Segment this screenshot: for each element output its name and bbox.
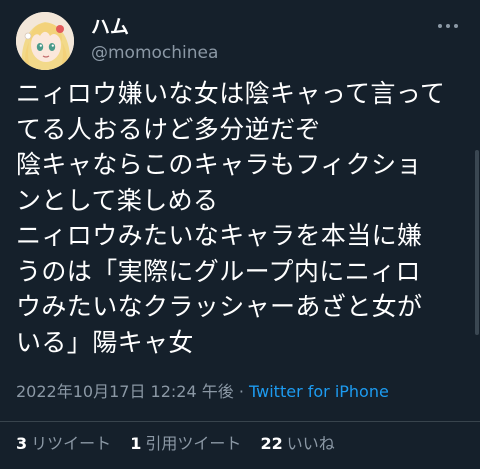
like-count-number: 22 — [260, 434, 283, 453]
tweet-header: ハム @momochinea — [16, 12, 466, 72]
quote-tweet-count[interactable]: 1 引用ツイート — [130, 434, 241, 453]
meta-separator: · — [238, 382, 244, 401]
retweet-count-label: リツイート — [31, 434, 112, 453]
tweet-text-line: ニィロウ嫌いな女は陰キャって言って — [16, 79, 446, 108]
tweet-source-link[interactable]: Twitter for iPhone — [249, 382, 389, 401]
tweet-timestamp[interactable]: 2022年10月17日 12:24 午後 — [16, 382, 234, 401]
tweet-text-line: ンとして楽しめる — [16, 185, 219, 215]
avatar[interactable] — [16, 12, 74, 70]
tweet-text-line: ウみたいなクラッシャーあざと女が — [16, 292, 423, 321]
retweet-count-number: 3 — [16, 434, 28, 453]
quote-tweet-count-label: 引用ツイート — [145, 434, 242, 453]
like-count[interactable]: 22 いいね — [261, 434, 335, 453]
like-count-label: いいね — [286, 434, 335, 453]
tweet-text-line: うのは「実際にグループ内にニィロ — [16, 256, 421, 286]
scrollbar[interactable] — [475, 150, 479, 335]
tweet-text: ニィロウ嫌いな女は陰キャって言って てる人おるけど多分逆だぞ 陰キャならこのキャ… — [16, 76, 468, 360]
tweet-text-line: ニィロウみたいなキャラを本当に嫌 — [16, 221, 423, 250]
divider — [0, 421, 480, 422]
tweet-detail-page: ハム @momochinea ニィロウ嫌いな女は陰キャって言って てる人おるけど… — [0, 0, 480, 469]
username-handle[interactable]: @momochinea — [91, 41, 218, 65]
author-block[interactable]: ハム @momochinea — [91, 15, 218, 65]
tweet-metadata: 2022年10月17日 12:24 午後 · Twitter for iPhon… — [16, 381, 389, 403]
engagement-stats: 3 リツイート 1 引用ツイート 22 いいね — [16, 433, 349, 455]
tweet-text-line: いる」陽キャ女 — [16, 327, 194, 357]
more-options-icon[interactable] — [436, 18, 460, 34]
tweet-text-line: 陰キャならこのキャラもフィクショ — [16, 150, 422, 179]
tweet-text-line: てる人おるけど多分逆だぞ — [16, 114, 321, 144]
avatar-anime-girl-icon — [16, 12, 74, 70]
quote-tweet-count-number: 1 — [130, 434, 142, 453]
retweet-count[interactable]: 3 リツイート — [16, 434, 111, 453]
display-name[interactable]: ハム — [91, 15, 218, 39]
